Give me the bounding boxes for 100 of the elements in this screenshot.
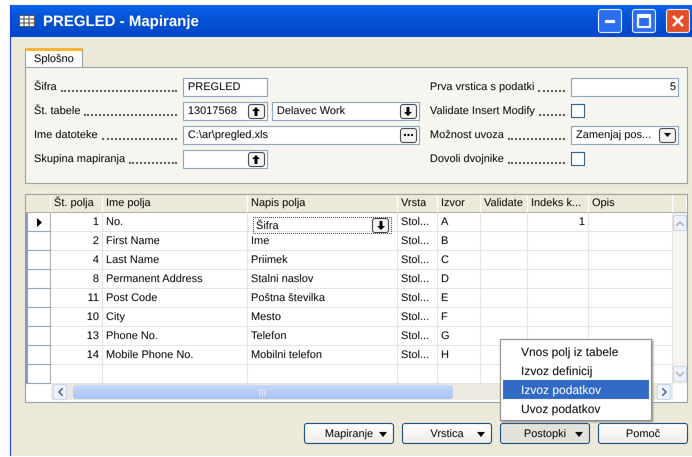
table-cell: Priimek [248, 251, 398, 270]
table-cell: No. [103, 213, 248, 232]
table-cell: Stol... [398, 251, 438, 270]
action-button[interactable]: Mapiranje [304, 423, 394, 444]
table-cell: Mesto [248, 308, 398, 327]
table-cell: A [438, 213, 481, 232]
table-cell: Stol... [398, 346, 438, 365]
scroll-thumb[interactable] [73, 385, 453, 399]
table-cell: Ime [248, 232, 398, 251]
column-header[interactable]: Št. polja [51, 195, 103, 213]
field-label: Dovoli dvojnike [430, 153, 504, 165]
table-cell: Stol... [398, 213, 438, 232]
empty-cell [481, 308, 528, 327]
table-cell: Telefon [248, 327, 398, 346]
chevron-down-icon [676, 372, 684, 376]
table-cell: Last Name [103, 251, 248, 270]
action-button[interactable]: Postopki [500, 423, 590, 444]
table-cell: Stol... [398, 270, 438, 289]
table-cell: First Name [103, 232, 248, 251]
input-field[interactable]: PREGLED [182, 78, 268, 96]
table-cell: F [438, 308, 481, 327]
table-icon [19, 15, 35, 27]
input-field[interactable]: Zamenjaj pos... [571, 126, 679, 144]
down-arrow-icon [404, 106, 412, 116]
checkbox[interactable] [571, 152, 585, 166]
browse-button[interactable] [400, 128, 417, 142]
lookup-button[interactable] [248, 104, 265, 118]
action-button[interactable]: Pomoč [598, 423, 688, 444]
table-cell: Stol... [398, 232, 438, 251]
lookup-button[interactable] [248, 152, 265, 166]
table-cell: Mobile Phone No. [103, 346, 248, 365]
table-cell: Phone No. [103, 327, 248, 346]
dropdown-button[interactable] [400, 104, 417, 118]
column-header[interactable]: Ime polja [103, 195, 248, 213]
minimize-button[interactable] [598, 9, 622, 33]
table-cell: 10 [51, 308, 103, 327]
dropdown-field[interactable]: Šifra [253, 217, 392, 234]
table-cell: E [438, 289, 481, 308]
table-cell: 8 [51, 270, 103, 289]
down-arrow-icon [376, 221, 384, 230]
tab[interactable]: Splošno [25, 48, 83, 67]
column-header[interactable]: Validate [481, 195, 528, 213]
input-field[interactable]: 13017568 [182, 102, 268, 120]
chevron-right-icon [662, 388, 666, 396]
empty-cell [481, 251, 528, 270]
field-label: Skupina mapiranja [34, 153, 126, 165]
field-label: Št. tabele [34, 105, 80, 117]
current-row-icon [36, 218, 42, 226]
table-cell: 14 [51, 346, 103, 365]
action-button[interactable]: Vrstica [402, 423, 492, 444]
field-label: Prva vrstica s podatki [430, 81, 534, 93]
maximize-icon [637, 14, 651, 28]
dropdown-button[interactable] [372, 218, 389, 233]
table-cell: Stol... [398, 327, 438, 346]
scroll-right-button[interactable] [657, 384, 671, 400]
close-button[interactable] [666, 9, 690, 33]
maximize-button[interactable] [632, 9, 656, 33]
row-selector[interactable] [26, 213, 51, 232]
menu-item[interactable]: Uvoz podatkov [503, 399, 649, 418]
table-cell: Post Code [103, 289, 248, 308]
table-cell: Mobilni telefon [248, 346, 398, 365]
menu-item[interactable]: Vnos polj iz tabele [503, 342, 649, 361]
column-header[interactable]: Izvor [438, 195, 481, 213]
table-cell: 11 [51, 289, 103, 308]
table-cell: H [438, 346, 481, 365]
caret-icon [664, 133, 671, 137]
empty-cell [528, 289, 589, 308]
column-header[interactable]: Indeks k... [528, 195, 589, 213]
table-cell: C [438, 251, 481, 270]
table-cell: G [438, 327, 481, 346]
table-cell: City [103, 308, 248, 327]
table-cell: 13 [51, 327, 103, 346]
table-cell: 4 [51, 251, 103, 270]
table-cell: D [438, 270, 481, 289]
table-cell: Stol... [398, 308, 438, 327]
dropdown-button[interactable] [659, 128, 676, 142]
column-header[interactable]: Opis [589, 195, 673, 213]
field-label: Šifra [34, 81, 57, 93]
table-cell: 2 [51, 232, 103, 251]
column-header[interactable]: Napis polja [248, 195, 398, 213]
grip-icon [259, 388, 267, 396]
input-field[interactable]: C:\ar\pregled.xls [182, 126, 420, 144]
up-arrow-icon [252, 154, 260, 164]
table-cell: Stalni naslov [248, 270, 398, 289]
menu-item[interactable]: Izvoz podatkov [503, 380, 649, 399]
input-field[interactable]: Delavec Work [272, 102, 420, 120]
field-label: Validate Insert Modify [430, 105, 535, 117]
chevron-up-icon [676, 220, 684, 226]
checkbox[interactable] [571, 104, 585, 118]
menu-item[interactable]: Izvoz definicij [503, 361, 649, 380]
empty-cell [528, 232, 589, 251]
input-field[interactable]: 5 [571, 78, 679, 96]
empty-cell [481, 232, 528, 251]
chevron-left-icon [58, 388, 62, 396]
empty-cell [481, 289, 528, 308]
input-field[interactable] [182, 150, 268, 168]
empty-cell [481, 270, 528, 289]
close-icon [671, 14, 685, 28]
scroll-left-button[interactable] [53, 384, 67, 400]
column-header[interactable]: Vrsta [398, 195, 438, 213]
